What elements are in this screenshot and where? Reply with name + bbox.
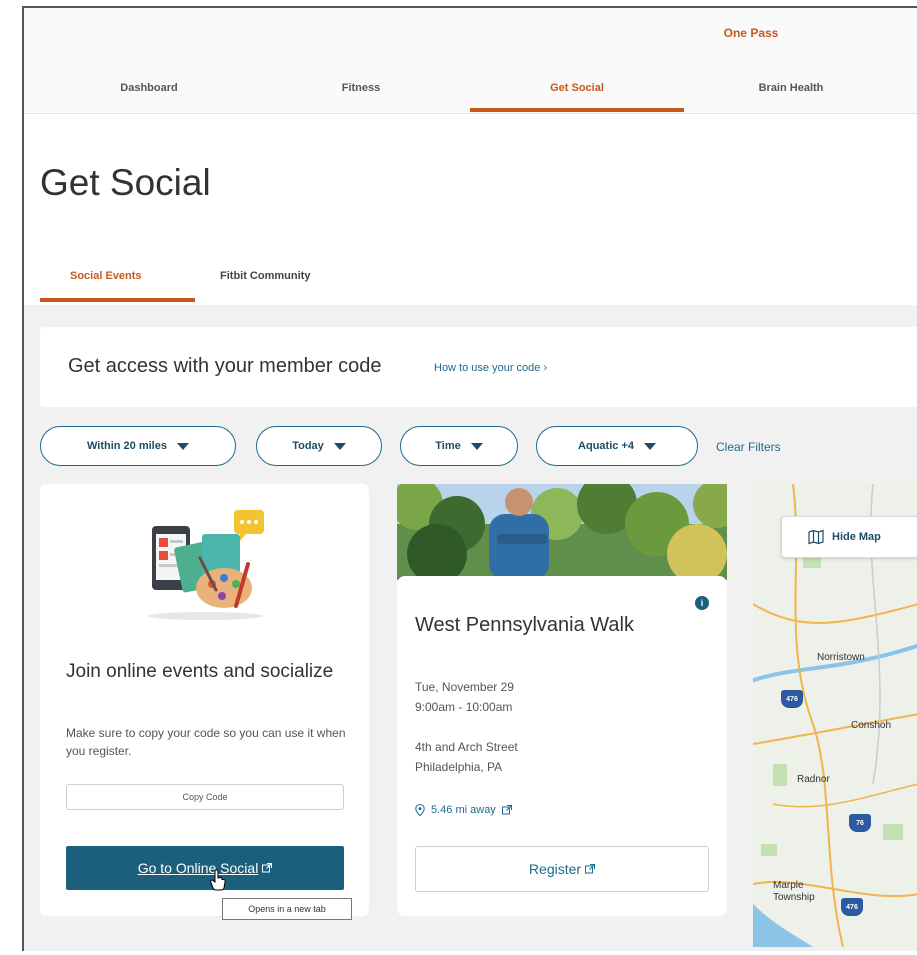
hide-map-button[interactable]: Hide Map: [781, 516, 917, 558]
online-events-heading: Join online events and socialize: [66, 661, 334, 682]
event-address-city: Philadelphia, PA: [415, 760, 503, 774]
filter-chip-distance[interactable]: Within 20 miles: [40, 426, 236, 466]
filter-chip-date[interactable]: Today: [256, 426, 382, 466]
event-title[interactable]: West Pennsylvania Walk: [415, 614, 634, 637]
chevron-down-icon: [470, 442, 483, 450]
member-code-banner: Get access with your member code How to …: [40, 327, 917, 407]
page-title: Get Social: [40, 162, 211, 203]
register-button[interactable]: Register: [415, 846, 709, 892]
online-events-card: Join online events and socialize Make su…: [40, 484, 369, 920]
go-to-online-social-button[interactable]: Go to Online Social: [66, 846, 344, 890]
nav-tab-fitness[interactable]: Fitness: [276, 82, 446, 94]
nav-tab-get-social[interactable]: Get Social: [492, 82, 662, 94]
info-icon[interactable]: i: [695, 596, 709, 610]
chip-label: Within 20 miles: [87, 440, 167, 452]
event-photo: [397, 484, 727, 580]
copy-code-button[interactable]: Copy Code: [66, 784, 344, 810]
top-navigation: One Pass Dashboard Fitness Get Social Br…: [24, 8, 917, 114]
new-tab-tooltip: Opens in a new tab: [222, 898, 352, 920]
tab-social-events[interactable]: Social Events: [70, 270, 142, 282]
nav-active-indicator: [470, 108, 684, 112]
how-to-use-code-link[interactable]: How to use your code ›: [434, 362, 547, 374]
event-address-street: 4th and Arch Street: [415, 740, 518, 754]
map-label-marple-township: Marple Township: [773, 880, 815, 903]
event-date: Tue, November 29: [415, 680, 514, 694]
external-link-icon: [585, 864, 596, 874]
map-icon: [808, 529, 824, 545]
nav-tab-dashboard[interactable]: Dashboard: [64, 82, 234, 94]
chip-label: Aquatic +4: [578, 440, 634, 452]
highway-shield-icon: 76: [849, 814, 871, 832]
chevron-down-icon: [333, 442, 346, 450]
hide-map-label: Hide Map: [832, 531, 881, 543]
tab-fitbit-community[interactable]: Fitbit Community: [220, 270, 310, 282]
external-link-icon: [501, 805, 512, 815]
highway-shield-icon: 476: [841, 898, 863, 916]
map-label-radnor: Radnor: [797, 774, 830, 785]
map-label-conshohocken: Conshoh: [851, 720, 892, 731]
chip-label: Today: [292, 440, 324, 452]
social-illustration-icon: [147, 510, 264, 620]
browser-viewport: One Pass Dashboard Fitness Get Social Br…: [22, 6, 917, 951]
clear-filters-link[interactable]: Clear Filters: [716, 440, 781, 454]
chevron-down-icon: [643, 442, 656, 450]
highway-shield-icon: 476: [781, 690, 803, 708]
distance-label: 5.46 mi away: [431, 804, 496, 816]
external-link-icon: [262, 863, 273, 873]
event-card: i West Pennsylvania Walk Tue, November 2…: [397, 576, 727, 916]
event-distance-link[interactable]: 5.46 mi away: [415, 804, 512, 816]
hand-cursor-icon: [210, 869, 226, 891]
chevron-down-icon: [176, 442, 189, 450]
filter-chip-activity[interactable]: Aquatic +4: [536, 426, 698, 466]
brand-label[interactable]: One Pass: [706, 26, 796, 40]
map-label-norristown: Norristown: [817, 652, 865, 663]
go-online-label: Go to Online Social: [137, 860, 259, 876]
location-pin-icon: [415, 804, 425, 816]
nav-tab-brain-health[interactable]: Brain Health: [706, 82, 876, 94]
filter-chip-time[interactable]: Time: [400, 426, 518, 466]
chip-label: Time: [435, 440, 461, 452]
online-events-description: Make sure to copy your code so you can u…: [66, 726, 346, 758]
subtab-active-indicator: [40, 298, 195, 302]
register-label: Register: [528, 861, 582, 877]
member-code-text: Get access with your member code: [68, 355, 382, 377]
event-time: 9:00am - 10:00am: [415, 700, 513, 714]
events-map[interactable]: Hide Map Norristown Conshoh Radnor Marpl…: [753, 484, 917, 947]
